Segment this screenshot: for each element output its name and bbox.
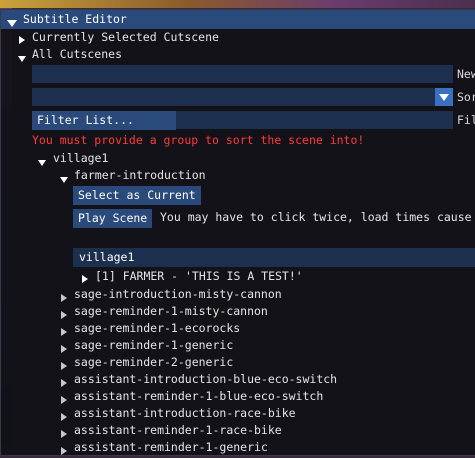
sort-combo-dropdown[interactable]: [435, 88, 453, 106]
expand-arrow-icon: [61, 410, 67, 424]
sort-label: Sort: [457, 90, 475, 104]
scene-name: assistant-reminder-1-generic: [74, 440, 268, 454]
expand-arrow-icon: [82, 272, 88, 286]
filter-label: Fil: [457, 113, 475, 127]
collapse-window-icon[interactable]: [7, 16, 17, 30]
chevron-down-icon: [439, 94, 449, 101]
window-titlebar[interactable]: Subtitle Editor: [1, 10, 475, 29]
collapse-arrow-icon: [60, 172, 68, 186]
expand-arrow-icon: [61, 325, 67, 339]
game-background-top: [0, 0, 475, 8]
group-name: village1: [53, 151, 109, 165]
expand-arrow-icon: [61, 444, 67, 458]
scene-name: sage-introduction-misty-cannon: [74, 287, 282, 301]
error-message: You must provide a group to sort the sce…: [32, 133, 365, 147]
tree-node-label: Currently Selected Cutscene: [32, 30, 219, 44]
expand-arrow-icon: [19, 33, 25, 47]
play-scene-button[interactable]: Play Scene: [73, 209, 153, 228]
filter-list-button[interactable]: Filter List...: [32, 111, 176, 130]
scene-group-value: village1: [79, 250, 135, 264]
expand-arrow-icon: [61, 359, 67, 373]
subtitle-line-label: [1] FARMER - 'THIS IS A TEST!': [95, 269, 303, 283]
expand-arrow-icon: [61, 427, 67, 441]
select-as-current-button[interactable]: Select as Current: [73, 186, 201, 205]
subtitle-editor-window: Subtitle Editor Currently Selected Cutsc…: [0, 9, 475, 456]
scene-name: sage-reminder-1-generic: [74, 338, 234, 352]
sort-group-combo[interactable]: [32, 88, 435, 106]
scene-name: assistant-reminder-1-blue-eco-switch: [74, 389, 324, 403]
collapse-arrow-icon: [18, 51, 26, 65]
expand-arrow-icon: [61, 393, 67, 407]
scene-name: sage-reminder-1-misty-cannon: [74, 304, 268, 318]
scene-name: sage-reminder-1-ecorocks: [74, 321, 241, 335]
play-hint-text: You may have to click twice, load times …: [160, 210, 472, 224]
tree-node-label: All Cutscenes: [32, 47, 123, 61]
collapse-arrow-icon: [38, 155, 46, 169]
scene-name: farmer-introduction: [74, 168, 206, 182]
new-label: New: [457, 67, 475, 81]
scene-name: sage-reminder-2-generic: [74, 355, 234, 369]
scene-name: assistant-introduction-blue-eco-switch: [74, 372, 338, 386]
scene-name: assistant-introduction-race-bike: [74, 406, 296, 420]
scene-group-field[interactable]: village1: [73, 248, 475, 267]
expand-arrow-icon: [61, 291, 67, 305]
window-title: Subtitle Editor: [23, 12, 127, 26]
expand-arrow-icon: [61, 308, 67, 322]
new-group-input[interactable]: [32, 65, 453, 83]
expand-arrow-icon: [61, 342, 67, 356]
scene-name: assistant-reminder-1-race-bike: [74, 423, 282, 437]
expand-arrow-icon: [61, 376, 67, 390]
